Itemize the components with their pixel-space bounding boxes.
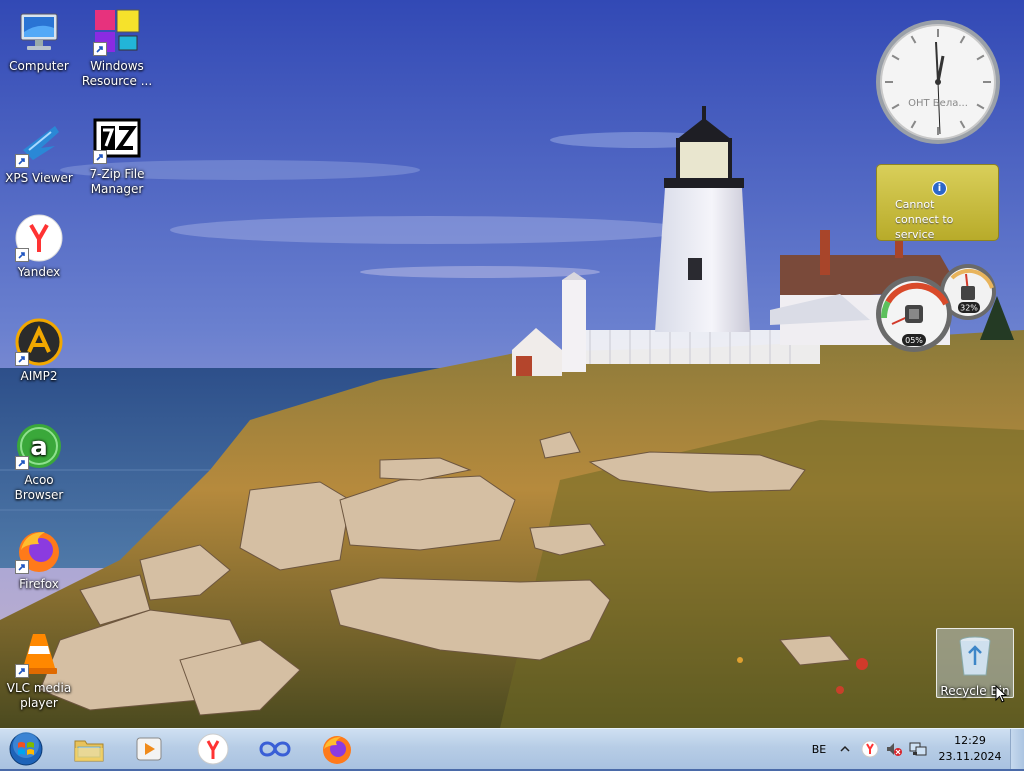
taskbar-acoo-browser-button[interactable] <box>252 731 298 767</box>
shortcut-arrow-icon <box>15 560 29 574</box>
clock-time: 12:29 <box>954 734 986 747</box>
desktop-icon-7zip[interactable]: 7-Zip File Manager <box>78 116 156 197</box>
desktop-icon-label: Acoo Browser <box>14 473 64 502</box>
seven-zip-icon <box>93 116 141 164</box>
yandex-icon <box>197 733 229 765</box>
show-desktop-button[interactable] <box>1010 729 1024 769</box>
aimp-icon <box>15 318 63 366</box>
shortcut-arrow-icon <box>93 150 107 164</box>
mouse-cursor-icon <box>995 684 1008 707</box>
start-button[interactable] <box>4 731 48 767</box>
info-icon: i <box>932 181 947 196</box>
network-icon <box>909 742 927 756</box>
taskbar-yandex-button[interactable] <box>190 731 236 767</box>
recycle-bin-icon <box>951 633 999 681</box>
desktop-icon-windows-resource[interactable]: Windows Resource ... <box>78 8 156 89</box>
desktop-icon-firefox[interactable]: Firefox <box>0 526 78 592</box>
taskbar-media-player-button[interactable] <box>126 731 172 767</box>
clock-gadget[interactable]: ОНТ Бела... <box>874 18 1002 146</box>
desktop-icon-label: 7-Zip File Manager <box>89 167 145 196</box>
clock-date: 23.11.2024 <box>938 750 1002 763</box>
desktop-icon-label: AIMP2 <box>20 369 58 383</box>
language-indicator[interactable]: BE <box>808 729 830 769</box>
taskbar: BE 12:29 23.11.2024 <box>0 728 1024 769</box>
show-hidden-icons-icon <box>840 745 850 752</box>
shortcut-arrow-icon <box>93 42 107 56</box>
xps-viewer-icon <box>15 120 63 168</box>
desktop-icon-computer[interactable]: Computer <box>0 8 78 74</box>
volume-muted-icon <box>887 743 902 756</box>
computer-icon <box>15 8 63 56</box>
tray-network[interactable] <box>908 729 928 769</box>
svg-text:a: a <box>30 432 48 462</box>
desktop-icon-label: XPS Viewer <box>5 171 73 185</box>
shortcut-arrow-icon <box>15 248 29 262</box>
show-hidden-icons-button[interactable] <box>838 729 852 769</box>
cpu-meter-gadget[interactable]: 32% 05% <box>874 262 1002 354</box>
cpu-usage-value: 05% <box>905 336 923 345</box>
shortcut-arrow-icon <box>15 664 29 678</box>
taskbar-clock[interactable]: 12:29 23.11.2024 <box>936 733 1004 765</box>
taskbar-firefox-button[interactable] <box>314 731 360 767</box>
memory-chip-icon <box>961 286 975 300</box>
desktop-icon-aimp2[interactable]: AIMP2 <box>0 318 78 384</box>
firefox-icon <box>15 526 63 574</box>
shortcut-arrow-icon <box>15 154 29 168</box>
weather-gadget[interactable]: i Cannot connect to service <box>876 164 999 241</box>
yandex-tray-icon <box>861 740 879 758</box>
clock-city-label: ОНТ Бела... <box>908 98 968 109</box>
desktop-wallpaper <box>0 0 1024 728</box>
acoo-browser-icon: a <box>15 422 63 470</box>
desktop-icon-label: Firefox <box>19 577 59 591</box>
firefox-icon <box>323 736 351 764</box>
windows-resource-icon <box>93 8 141 56</box>
desktop-icon-label: Yandex <box>17 265 61 279</box>
desktop-icon-xps-viewer[interactable]: XPS Viewer <box>0 120 78 186</box>
desktop-icon-acoo-browser[interactable]: a Acoo Browser <box>0 422 78 503</box>
weather-status-text: Cannot connect to service <box>895 198 954 241</box>
media-player-icon <box>136 737 162 761</box>
desktop-icon-label: Windows Resource ... <box>81 59 153 88</box>
desktop-icon-label: VLC media player <box>6 681 72 710</box>
yandex-icon <box>15 214 63 262</box>
shortcut-arrow-icon <box>15 352 29 366</box>
taskbar-explorer-button[interactable] <box>66 731 112 767</box>
desktop-icon-vlc[interactable]: VLC media player <box>0 630 78 711</box>
explorer-icon <box>74 740 104 762</box>
desktop-icon-label: Computer <box>9 59 69 73</box>
vlc-icon <box>15 630 63 678</box>
tray-volume[interactable] <box>885 729 903 769</box>
desktop-icon-yandex[interactable]: Yandex <box>0 214 78 280</box>
memory-usage-value: 32% <box>960 304 978 313</box>
start-orb-icon <box>9 732 43 766</box>
tray-yandex[interactable] <box>861 729 879 769</box>
shortcut-arrow-icon <box>15 456 29 470</box>
acoo-browser-icon <box>259 741 291 757</box>
